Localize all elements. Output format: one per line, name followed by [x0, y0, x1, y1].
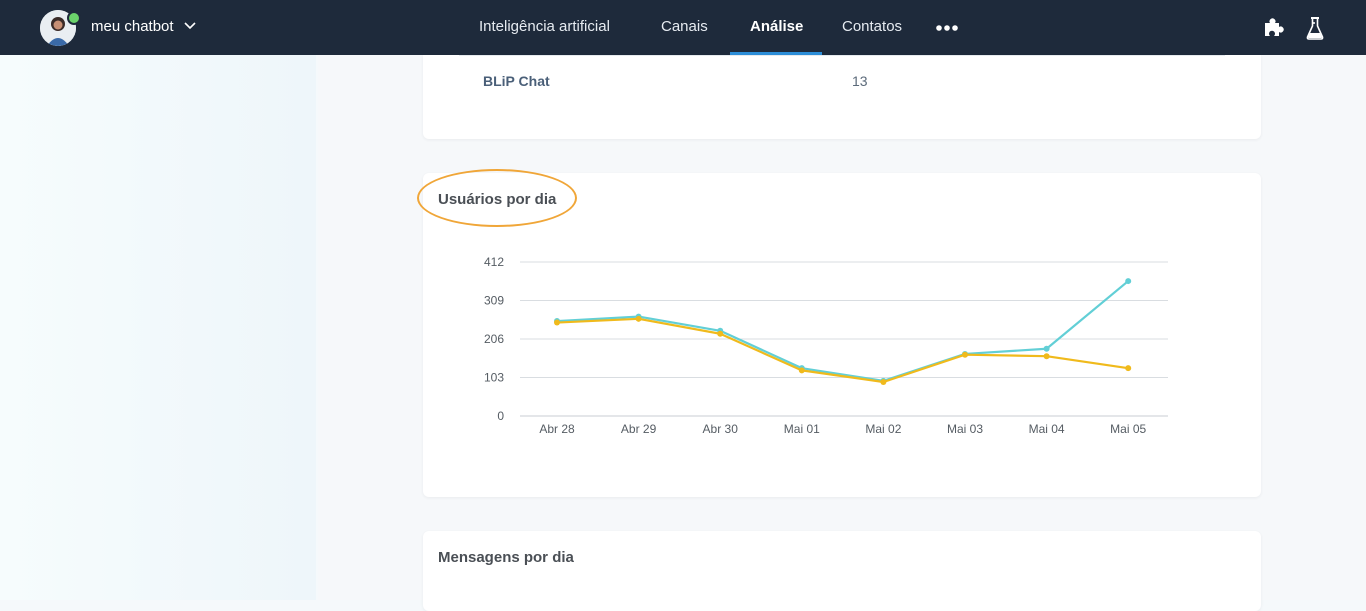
- x-tick-label: Mai 04: [1029, 422, 1065, 436]
- data-point: [635, 315, 642, 322]
- data-point: [1125, 365, 1132, 372]
- y-tick-label: 206: [484, 332, 504, 346]
- top-bar: meu chatbot Inteligência artificial Cana…: [0, 0, 1366, 55]
- messages-per-day-card: Mensagens por dia: [423, 531, 1261, 611]
- y-tick-label: 103: [484, 371, 504, 385]
- y-tick-label: 412: [484, 255, 504, 269]
- x-tick-label: Mai 05: [1110, 422, 1146, 436]
- x-tick-label: Mai 02: [865, 422, 901, 436]
- data-point: [1125, 278, 1132, 285]
- data-point: [1043, 345, 1050, 352]
- nav-item-contacts[interactable]: Contatos: [842, 18, 902, 35]
- x-tick-label: Abr 28: [539, 422, 575, 436]
- data-point: [880, 378, 887, 385]
- left-sidebar: [0, 55, 316, 600]
- y-tick-label: 0: [497, 409, 504, 423]
- x-tick-label: Mai 03: [947, 422, 983, 436]
- x-tick-label: Mai 01: [784, 422, 820, 436]
- nav-item-ai[interactable]: Inteligência artificial: [479, 18, 610, 35]
- users-per-day-chart: 0 103 206 309 412 Abr 28 Abr 29 Abr 30 Mai 01 Mai…: [484, 255, 1168, 436]
- series-line: [556, 317, 1129, 384]
- card-title: Mensagens por dia: [438, 549, 574, 566]
- nav-item-channels[interactable]: Canais: [661, 18, 708, 35]
- online-status-dot: [67, 11, 81, 25]
- table-row-channel: BLiP Chat: [483, 73, 550, 89]
- data-point: [798, 367, 805, 374]
- x-tick-label: Abr 30: [703, 422, 739, 436]
- data-point: [717, 330, 724, 337]
- nav-item-analytics[interactable]: Análise: [750, 18, 803, 35]
- users-per-day-card: Usuários por dia 0 103 206 309 412 Abr 28 Abr …: [417, 169, 1261, 497]
- more-horizontal-icon[interactable]: [936, 24, 958, 32]
- data-point: [554, 319, 560, 326]
- data-point: [1043, 353, 1050, 360]
- series-line: [556, 280, 1129, 382]
- table-row-value: 13: [852, 73, 868, 89]
- flask-icon[interactable]: [1306, 16, 1324, 40]
- bot-name[interactable]: meu chatbot: [91, 18, 174, 35]
- channels-card: BLiP Chat 13: [423, 55, 1261, 139]
- chevron-down-icon[interactable]: [184, 22, 196, 30]
- table-divider: [459, 55, 1225, 56]
- data-point: [962, 351, 968, 358]
- y-tick-label: 309: [484, 294, 504, 308]
- puzzle-icon[interactable]: [1262, 17, 1284, 39]
- x-tick-label: Abr 29: [621, 422, 657, 436]
